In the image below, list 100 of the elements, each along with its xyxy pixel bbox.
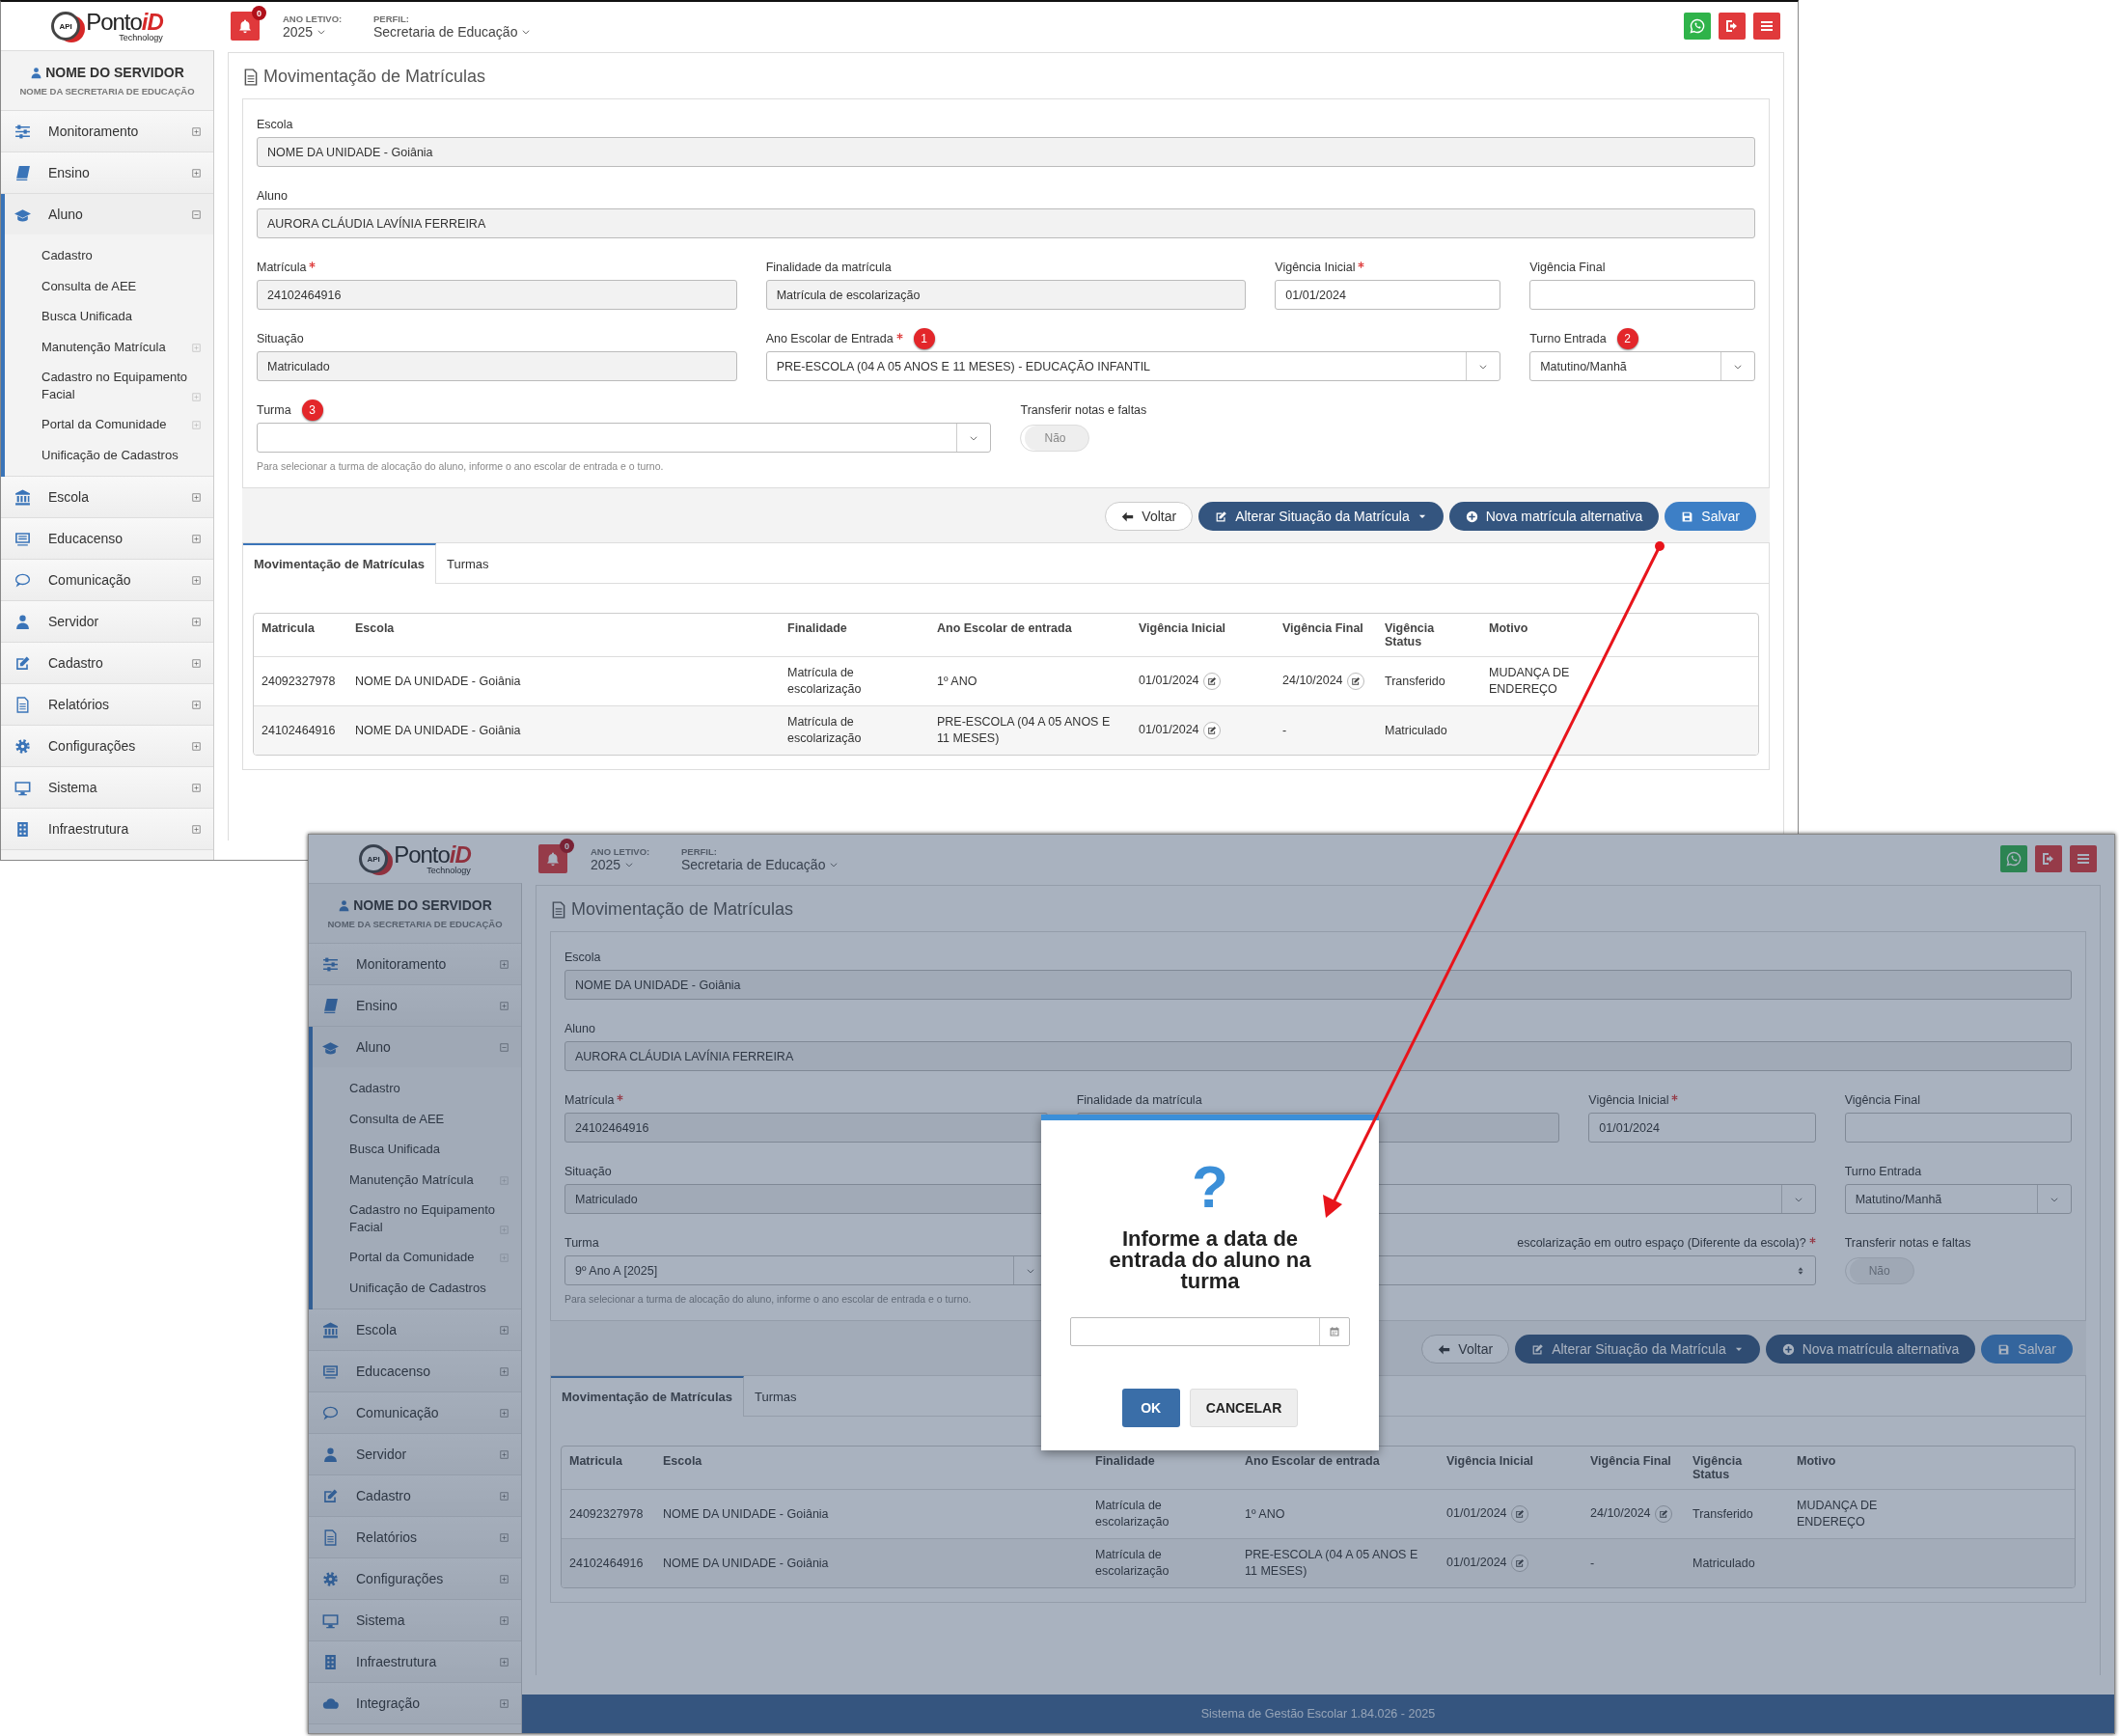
dialog-button[interactable]: CANCELAR — [1189, 1389, 1299, 1427]
sidebar-item[interactable]: Aluno — [5, 194, 213, 234]
logout-button[interactable] — [1719, 13, 1746, 40]
collapse-icon[interactable] — [499, 1041, 509, 1053]
submenu-item[interactable]: Portal da Comunidade — [349, 1249, 499, 1266]
expand-icon[interactable] — [191, 823, 202, 835]
dialog-button[interactable]: OK — [1121, 1389, 1180, 1427]
action-button[interactable]: Nova matrícula alternativa — [1448, 502, 1660, 531]
expand-icon[interactable] — [499, 1365, 509, 1377]
submenu-item[interactable]: Manutenção Matrícula — [41, 338, 191, 356]
sidebar-item[interactable]: Relatórios — [1, 684, 213, 727]
menu-button[interactable] — [1753, 13, 1780, 40]
school-year-dropdown[interactable]: 2025 — [591, 856, 621, 872]
collapse-icon[interactable] — [191, 208, 202, 220]
tab[interactable]: Turmas — [436, 543, 500, 583]
sidebar-item[interactable]: Educacenso — [1, 518, 213, 561]
expand-icon[interactable] — [499, 1490, 509, 1502]
input-field[interactable]: 01/01/2024 — [1275, 280, 1501, 310]
edit-date-button[interactable] — [1202, 722, 1221, 739]
expand-icon[interactable] — [499, 1407, 509, 1419]
edit-date-button[interactable] — [1202, 673, 1221, 690]
sidebar-item[interactable]: Configurações — [1, 726, 213, 768]
select-field[interactable]: Matutino/Manhã — [1844, 1184, 2072, 1214]
submenu-item[interactable]: Unificação de Cadastros — [349, 1279, 509, 1297]
expand-icon[interactable] — [499, 1614, 509, 1626]
date-input[interactable] — [1070, 1317, 1350, 1346]
expand-icon[interactable] — [191, 125, 202, 137]
logo-tagline: Technology — [119, 33, 163, 42]
expand-icon[interactable] — [191, 740, 202, 752]
expand-icon[interactable] — [191, 699, 202, 710]
profile-dropdown[interactable]: Secretaria de Educação — [373, 23, 518, 40]
input-field[interactable]: 01/01/2024 — [1588, 1113, 1816, 1143]
school-year-dropdown[interactable]: 2025 — [283, 23, 314, 40]
expand-icon[interactable] — [499, 1656, 509, 1667]
logout-button[interactable] — [2035, 845, 2062, 872]
expand-icon[interactable] — [191, 392, 202, 403]
action-button[interactable]: Alterar Situação da Matrícula — [1515, 1335, 1760, 1364]
expand-icon[interactable] — [191, 616, 202, 627]
submenu-item[interactable]: Consulta de AEE — [41, 277, 202, 295]
input-field[interactable] — [1529, 280, 1755, 310]
submenu-item[interactable]: Cadastro no Equipamento Facial — [349, 1201, 499, 1236]
expand-icon[interactable] — [191, 533, 202, 544]
expand-icon[interactable] — [499, 1324, 509, 1336]
expand-icon[interactable] — [191, 167, 202, 179]
profile-dropdown[interactable]: Secretaria de Educação — [681, 856, 826, 872]
submenu-item[interactable]: Busca Unificada — [349, 1141, 509, 1158]
notifications-button[interactable] — [538, 844, 567, 873]
toggle-switch[interactable]: Não — [1020, 424, 1090, 452]
notifications-button[interactable] — [231, 12, 260, 41]
select-field[interactable] — [257, 423, 992, 453]
expand-icon[interactable] — [191, 342, 202, 353]
submenu-item[interactable]: Manutenção Matrícula — [349, 1171, 499, 1189]
action-button[interactable]: Salvar — [1665, 502, 1756, 531]
expand-icon[interactable] — [499, 1697, 509, 1709]
sidebar-item[interactable]: Escola — [1, 477, 213, 519]
tab[interactable]: Movimentação de Matrículas — [243, 543, 436, 584]
chat-button[interactable] — [1684, 13, 1711, 40]
submenu-item[interactable]: Cadastro — [41, 247, 202, 264]
action-button[interactable]: Voltar — [1421, 1335, 1510, 1364]
expand-icon[interactable] — [499, 1573, 509, 1584]
edit-date-button[interactable] — [1654, 1505, 1672, 1523]
expand-icon[interactable] — [191, 491, 202, 503]
sidebar-item[interactable]: Infraestrutura — [1, 809, 213, 851]
edit-date-button[interactable] — [1510, 1505, 1528, 1523]
readonly-field: 24102464916 — [257, 280, 737, 310]
menu-button[interactable] — [2070, 845, 2097, 872]
column-header: Vigência Status — [1384, 621, 1436, 648]
chat-button[interactable] — [2000, 845, 2027, 872]
edit-date-button[interactable] — [1510, 1555, 1528, 1572]
action-button[interactable]: Alterar Situação da Matrícula — [1198, 502, 1444, 531]
sidebar-item[interactable]: Monitoramento — [1, 111, 213, 152]
input-field[interactable] — [1844, 1113, 2072, 1143]
expand-icon[interactable] — [499, 958, 509, 970]
action-button[interactable]: Voltar — [1105, 502, 1194, 531]
action-button[interactable]: Nova matrícula alternativa — [1765, 1335, 1976, 1364]
expand-icon[interactable] — [499, 1531, 509, 1543]
submenu-item[interactable]: Consulta de AEE — [349, 1110, 509, 1128]
submenu-item[interactable]: Busca Unificada — [41, 308, 202, 325]
tab[interactable]: Turmas — [744, 1376, 808, 1416]
submenu-item[interactable]: Portal da Comunidade — [41, 416, 191, 433]
sidebar-item[interactable]: Sistema — [1, 767, 213, 810]
select-field[interactable]: PRE-ESCOLA (04 A 05 ANOS E 11 MESES) - EDUCAÇÃO INFANTIL — [765, 351, 1501, 381]
expand-icon[interactable] — [499, 1448, 509, 1460]
sidebar-item[interactable]: Cadastro — [1, 643, 213, 685]
select-field[interactable]: Matutino/Manhã — [1529, 351, 1755, 381]
expand-icon[interactable] — [191, 420, 202, 431]
submenu-item[interactable]: Unificação de Cadastros — [41, 446, 202, 464]
tab[interactable]: Movimentação de Matrículas — [551, 1376, 744, 1417]
sidebar-item[interactable]: Servidor — [1, 601, 213, 644]
expand-icon[interactable] — [499, 1000, 509, 1011]
sidebar-item[interactable]: Comunicação — [1, 560, 213, 602]
submenu-item[interactable]: Cadastro — [349, 1080, 509, 1097]
sidebar-item[interactable]: Ensino — [1, 152, 213, 194]
expand-icon[interactable] — [191, 657, 202, 669]
edit-date-button[interactable] — [1346, 673, 1364, 690]
edit-icon — [14, 654, 31, 672]
submenu-item[interactable]: Cadastro no Equipamento Facial — [41, 369, 191, 403]
table-cell: NOME DA UNIDADE - Goiânia — [355, 722, 521, 739]
expand-icon[interactable] — [191, 782, 202, 793]
expand-icon[interactable] — [191, 574, 202, 586]
